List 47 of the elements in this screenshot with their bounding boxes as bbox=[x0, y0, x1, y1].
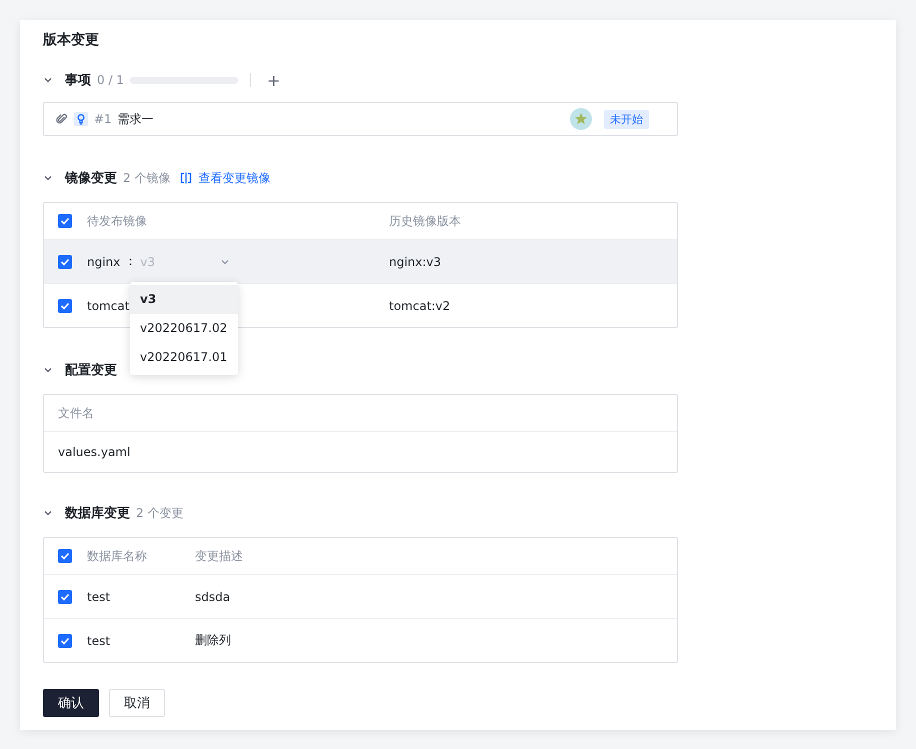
separator: ： bbox=[124, 253, 136, 270]
image-name: nginx bbox=[87, 254, 120, 268]
confirm-button[interactable]: 确认 bbox=[43, 689, 99, 717]
view-images-link[interactable]: 查看变更镜像 bbox=[180, 170, 270, 186]
column-header: 变更描述 bbox=[195, 548, 243, 564]
add-button[interactable]: + bbox=[262, 70, 284, 90]
chevron-icon[interactable] bbox=[43, 75, 53, 85]
column-header: 文件名 bbox=[58, 404, 94, 422]
chevron-icon[interactable] bbox=[43, 365, 53, 375]
table-cell: nginx:v3 bbox=[389, 254, 442, 268]
cancel-button[interactable]: 取消 bbox=[109, 689, 165, 717]
table-row[interactable]: nginx ： v3 nginx:v3 bbox=[44, 239, 677, 283]
item-count: 0 / 1 bbox=[97, 73, 124, 87]
status-tag: 未开始 bbox=[604, 110, 649, 128]
chevron-icon[interactable] bbox=[43, 173, 53, 183]
section-title: 事项 bbox=[65, 72, 91, 89]
checkbox[interactable] bbox=[58, 549, 72, 563]
checkbox[interactable] bbox=[58, 254, 72, 268]
column-header: 待发布镜像 bbox=[87, 212, 148, 230]
compare-icon bbox=[180, 172, 192, 184]
lightbulb-icon bbox=[74, 112, 88, 126]
table-cell: 删除列 bbox=[195, 632, 231, 649]
section-title: 镜像变更 bbox=[65, 170, 117, 187]
column-header: 数据库名称 bbox=[87, 548, 148, 564]
section-title: 配置变更 bbox=[65, 362, 117, 379]
table-cell: tomcat:v2 bbox=[389, 298, 450, 312]
checkbox[interactable] bbox=[58, 298, 72, 312]
image-name: tomcat bbox=[87, 298, 130, 312]
checkbox[interactable] bbox=[58, 634, 72, 648]
chevron-icon[interactable] bbox=[43, 508, 53, 518]
checkbox[interactable] bbox=[58, 214, 72, 228]
change-count: 2 个变更 bbox=[136, 504, 184, 522]
table-cell-text: test bbox=[87, 634, 112, 648]
table-cell-text: test bbox=[87, 590, 112, 604]
table-cell: sdsda bbox=[195, 590, 230, 604]
page-title: 版本变更 bbox=[43, 30, 100, 50]
dropdown-option[interactable]: v20220617.01 bbox=[130, 343, 238, 372]
paperclip-icon bbox=[56, 113, 68, 125]
item-name[interactable]: 需求一 bbox=[118, 110, 154, 128]
dropdown-option[interactable]: v3 bbox=[130, 285, 238, 314]
section-title: 数据库变更 bbox=[65, 504, 130, 522]
checkbox[interactable] bbox=[58, 590, 72, 604]
column-header: 历史镜像版本 bbox=[389, 212, 461, 230]
image-count: 2 个镜像 bbox=[123, 170, 170, 186]
item-number: #1 bbox=[94, 112, 112, 126]
table-cell: values.yaml bbox=[58, 445, 130, 459]
avatar bbox=[570, 108, 592, 130]
